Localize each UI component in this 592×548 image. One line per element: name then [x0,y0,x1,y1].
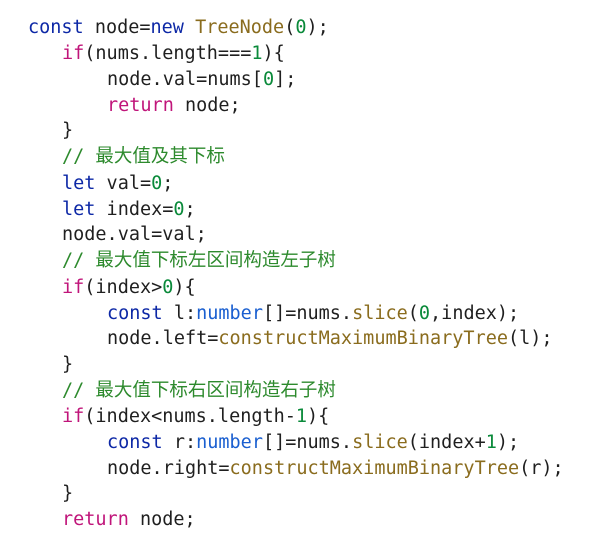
code-token: new [150,17,184,38]
code-token: ); [496,432,520,453]
code-token: node; [173,95,241,116]
code-line: node.right=constructMaximumBinaryTree(r)… [107,456,564,482]
code-token: 0 [173,199,185,220]
code-token: 1 [251,43,263,64]
code-token: ; [184,199,196,220]
code-line: const node=new TreeNode(0); [28,15,329,41]
code-token: } [62,120,74,141]
code-token: // 最大值下标右区间构造右子树 [62,380,336,401]
code-line: return node; [62,507,196,533]
code-token: 1 [485,432,497,453]
code-token: let [62,173,96,194]
code-token: // 最大值及其下标 [62,146,225,167]
code-token: []=nums. [262,432,353,453]
code-token: l: [162,303,197,324]
code-block: const node=new TreeNode(0); if(nums.leng… [0,0,592,548]
code-token: ){ [173,277,196,298]
code-token: number [196,303,263,324]
code-token: if [62,277,85,298]
code-line: return node; [107,93,241,119]
code-token: ){ [262,43,285,64]
code-token: (index+ [407,432,486,453]
code-token: if [62,43,85,64]
code-token: const [28,17,84,38]
code-token: 0 [162,277,174,298]
code-token: (index<nums.length- [84,406,296,427]
code-line: if(nums.length===1){ [62,41,285,67]
code-token: ( [407,303,419,324]
code-token: } [62,354,74,375]
code-comment-line: // 最大值及其下标 [62,144,225,170]
code-token: ){ [307,406,330,427]
code-token: []=nums. [262,303,353,324]
code-token: return [62,509,129,530]
code-token: const [107,432,163,453]
code-comment-line: // 最大值下标左区间构造左子树 [62,248,336,274]
code-token: // 最大值下标左区间构造左子树 [62,250,336,271]
code-token: node.left= [107,328,219,349]
code-line: } [62,481,73,507]
code-token: ]; [274,69,297,90]
code-token: node.val=val; [62,224,207,245]
code-line: if(index>0){ [62,275,196,301]
code-token: if [62,406,85,427]
code-token: TreeNode [195,17,285,38]
code-line: node.left=constructMaximumBinaryTree(l); [107,326,553,352]
code-token: ,index); [430,303,520,324]
code-line: let index=0; [62,197,196,223]
code-token: 0 [151,173,163,194]
code-token: (r); [519,458,564,479]
code-token: slice [352,303,408,324]
code-token: let [62,199,96,220]
code-line: } [62,118,73,144]
code-token: number [196,432,263,453]
code-token: 0 [295,17,307,38]
code-token: ( [284,17,296,38]
code-token: (nums.length=== [84,43,252,64]
code-token: ); [306,17,329,38]
code-token: 0 [262,69,275,90]
code-line: node.val=val; [62,222,207,248]
code-token: const [107,303,163,324]
code-token: index= [95,199,174,220]
code-token: ; [162,173,174,194]
code-line: let val=0; [62,171,173,197]
code-token: constructMaximumBinaryTree [218,328,508,349]
code-token: (index> [84,277,163,298]
code-token: slice [352,432,408,453]
code-line: } [62,352,73,378]
code-token: } [62,483,74,504]
code-line: if(index<nums.length-1){ [62,404,329,430]
code-line: node.val=nums[0]; [107,67,296,93]
code-comment-line: // 最大值下标右区间构造右子树 [62,378,336,404]
code-token: node= [83,17,151,38]
code-token: constructMaximumBinaryTree [229,458,520,479]
code-token: return [107,95,174,116]
code-token: node.val=nums[ [107,69,263,90]
code-line: const r:number[]=nums.slice(index+1); [107,430,519,456]
code-token: 0 [418,303,431,324]
code-token: val= [95,173,152,194]
code-token: r: [162,432,197,453]
code-token: node.right= [107,458,230,479]
code-token: node; [128,509,196,530]
code-token: (l); [507,328,553,349]
code-line: const l:number[]=nums.slice(0,index); [107,301,519,327]
code-token: 1 [295,406,308,427]
